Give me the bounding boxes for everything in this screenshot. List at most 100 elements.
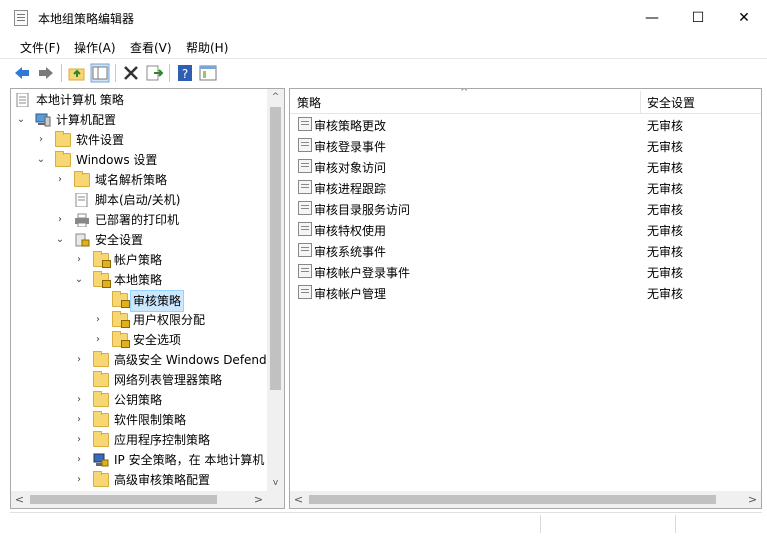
- folder-icon: [93, 351, 109, 367]
- forward-arrow-icon[interactable]: [36, 63, 56, 83]
- close-button[interactable]: ✕: [721, 0, 767, 36]
- chevron-right-icon[interactable]: ›: [73, 250, 85, 270]
- tree-item-name-resolution[interactable]: › 域名解析策略: [54, 170, 275, 190]
- tree-item-app-control[interactable]: › 应用程序控制策略: [73, 430, 275, 450]
- table-row[interactable]: 审核帐户管理 无审核: [290, 282, 761, 303]
- export-list-icon[interactable]: [144, 63, 164, 83]
- chevron-right-icon[interactable]: ›: [54, 210, 66, 230]
- security-setting-value: 无审核: [647, 224, 684, 238]
- list-pane[interactable]: 策略 ^ 安全设置 审核策略更改 无审核 审核登录事件 无审核 审核对象访问 无审核 审核进…: [289, 88, 762, 509]
- tree-horizontal-scroll-thumb[interactable]: [30, 495, 217, 504]
- table-row[interactable]: 审核特权使用 无审核: [290, 219, 761, 240]
- menu-file[interactable]: 文件(F): [20, 39, 60, 56]
- show-hide-tree-icon[interactable]: [90, 63, 110, 83]
- menu-view[interactable]: 查看(V): [130, 39, 172, 56]
- tree-label: 计算机配置: [56, 113, 117, 127]
- properties-icon[interactable]: [198, 63, 218, 83]
- locked-folder-icon: [112, 331, 130, 348]
- chevron-down-icon[interactable]: ⌄: [35, 150, 47, 170]
- tree-item-local-policies[interactable]: ⌄ 本地策略: [73, 270, 275, 290]
- scroll-right-arrow-icon[interactable]: >: [744, 491, 761, 508]
- status-bar: [10, 512, 762, 535]
- tree-vertical-scrollbar[interactable]: ^ v: [267, 89, 284, 492]
- title-bar: 本地组策略编辑器 — ☐ ✕: [0, 0, 767, 36]
- chevron-right-icon[interactable]: ›: [92, 310, 104, 330]
- scroll-left-arrow-icon[interactable]: <: [11, 491, 28, 508]
- column-header-setting[interactable]: 安全设置: [647, 94, 695, 111]
- column-divider[interactable]: [640, 91, 641, 113]
- list-horizontal-scrollbar[interactable]: < >: [290, 491, 761, 508]
- tree-item-user-rights[interactable]: › 用户权限分配: [92, 310, 275, 330]
- menu-action[interactable]: 操作(A): [74, 39, 116, 56]
- tree-item-security-settings[interactable]: ⌄ 安全设置: [54, 230, 275, 250]
- chevron-right-icon[interactable]: ›: [73, 470, 85, 490]
- scroll-down-arrow-icon[interactable]: v: [267, 475, 284, 492]
- table-row[interactable]: 审核进程跟踪 无审核: [290, 177, 761, 198]
- toolbar-separator: [169, 64, 170, 82]
- tree-pane[interactable]: 本地计算机 策略 ⌄ 计算机配置 › 软件设置 ⌄ Windows 设置 › 域…: [10, 88, 285, 509]
- chevron-down-icon[interactable]: ⌄: [54, 230, 66, 250]
- tree-label: IP 安全策略，在 本地计算机: [114, 453, 265, 467]
- tree-label: 脚本(启动/关机): [95, 193, 181, 207]
- tree-horizontal-scrollbar[interactable]: < >: [11, 491, 267, 508]
- tree-item-windows-settings[interactable]: ⌄ Windows 设置: [35, 150, 275, 170]
- minimize-button[interactable]: —: [629, 0, 675, 36]
- menu-bar: 文件(F) 操作(A) 查看(V) 帮助(H): [0, 36, 767, 58]
- tree-label: 软件设置: [76, 133, 125, 147]
- policy-name: 审核策略更改: [314, 119, 387, 133]
- chevron-right-icon[interactable]: ›: [73, 430, 85, 450]
- security-setting-value: 无审核: [647, 287, 684, 301]
- scroll-right-arrow-icon[interactable]: >: [250, 491, 267, 508]
- tree-item-network-list[interactable]: 网络列表管理器策略: [73, 370, 275, 390]
- back-arrow-icon[interactable]: [12, 63, 32, 83]
- table-row[interactable]: 审核系统事件 无审核: [290, 240, 761, 261]
- table-row[interactable]: 审核帐户登录事件 无审核: [290, 261, 761, 282]
- up-folder-icon[interactable]: [67, 63, 87, 83]
- tree-item-ip-security[interactable]: › IP 安全策略，在 本地计算机: [73, 450, 275, 470]
- table-row[interactable]: 审核对象访问 无审核: [290, 156, 761, 177]
- tree-item-computer-config[interactable]: ⌄ 计算机配置: [15, 110, 275, 130]
- tree-item-software-restriction[interactable]: › 软件限制策略: [73, 410, 275, 430]
- chevron-right-icon[interactable]: ›: [73, 350, 85, 370]
- policy-name: 审核目录服务访问: [314, 203, 411, 217]
- toolbar-separator: [115, 64, 116, 82]
- tree-item-account-policies[interactable]: › 帐户策略: [73, 250, 275, 270]
- policy-setting-icon: [298, 264, 312, 278]
- folder-icon: [93, 371, 109, 387]
- policy-name: 审核对象访问: [314, 161, 387, 175]
- tree-item-root[interactable]: 本地计算机 策略: [15, 90, 275, 110]
- chevron-down-icon[interactable]: ⌄: [15, 110, 27, 130]
- tree-label: 安全设置: [95, 233, 144, 247]
- column-header-policy[interactable]: 策略: [297, 94, 321, 111]
- tree-vertical-scroll-thumb[interactable]: [270, 107, 281, 390]
- chevron-right-icon[interactable]: ›: [54, 170, 66, 190]
- tree-item-security-options[interactable]: › 安全选项: [92, 330, 275, 350]
- tree-label: 网络列表管理器策略: [114, 373, 223, 387]
- toolbar-separator: [61, 64, 62, 82]
- menu-help[interactable]: 帮助(H): [186, 39, 228, 56]
- tree-item-public-key[interactable]: › 公钥策略: [73, 390, 275, 410]
- tree-label: 高级审核策略配置: [114, 473, 211, 487]
- policy-name: 审核帐户管理: [314, 287, 387, 301]
- list-horizontal-scroll-thumb[interactable]: [309, 495, 716, 504]
- table-row[interactable]: 审核目录服务访问 无审核: [290, 198, 761, 219]
- help-icon[interactable]: ?: [175, 63, 195, 83]
- tree-item-audit-policy[interactable]: 审核策略: [92, 290, 275, 312]
- delete-icon[interactable]: [121, 63, 141, 83]
- tree-item-defender-firewall[interactable]: › 高级安全 Windows Defende: [73, 350, 275, 370]
- chevron-right-icon[interactable]: ›: [73, 390, 85, 410]
- tree-item-scripts[interactable]: 脚本(启动/关机): [54, 190, 275, 210]
- chevron-down-icon[interactable]: ⌄: [73, 270, 85, 290]
- tree-item-advanced-audit[interactable]: › 高级审核策略配置: [73, 470, 275, 490]
- chevron-right-icon[interactable]: ›: [73, 450, 85, 470]
- table-row[interactable]: 审核策略更改 无审核: [290, 114, 761, 135]
- chevron-right-icon[interactable]: ›: [35, 130, 47, 150]
- tree-item-software-settings[interactable]: › 软件设置: [35, 130, 275, 150]
- tree-item-printers[interactable]: › 已部署的打印机: [54, 210, 275, 230]
- chevron-right-icon[interactable]: ›: [92, 330, 104, 350]
- chevron-right-icon[interactable]: ›: [73, 410, 85, 430]
- table-row[interactable]: 审核登录事件 无审核: [290, 135, 761, 156]
- scroll-up-arrow-icon[interactable]: ^: [267, 89, 284, 106]
- scroll-left-arrow-icon[interactable]: <: [290, 491, 307, 508]
- maximize-button[interactable]: ☐: [675, 0, 721, 36]
